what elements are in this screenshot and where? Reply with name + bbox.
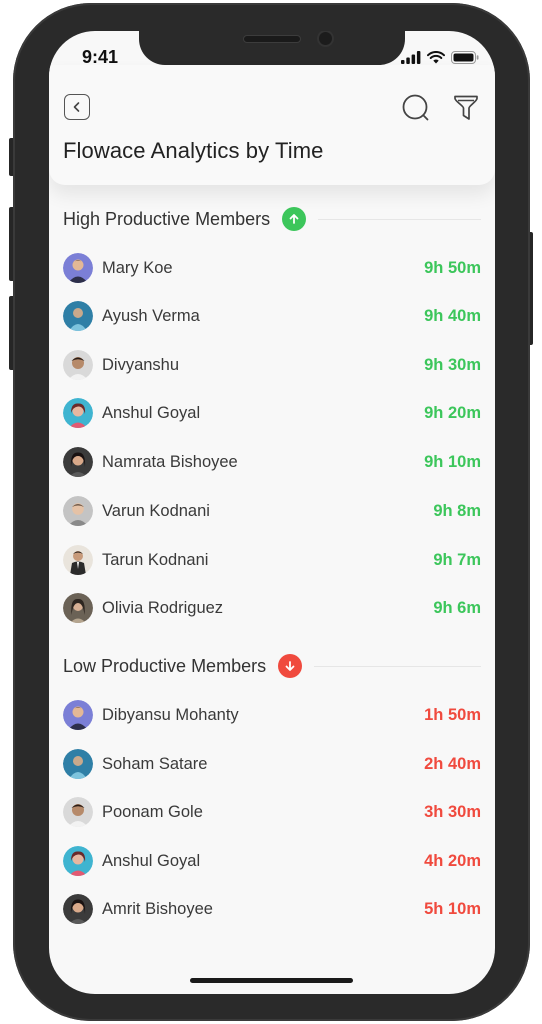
high-productive-header: High Productive Members: [63, 204, 481, 234]
member-name: Ayush Verma: [102, 306, 200, 325]
member-name: Tarun Kodnani: [102, 550, 209, 569]
avatar: [63, 301, 93, 331]
avatar: [63, 894, 93, 924]
page-title: Flowace Analytics by Time: [63, 138, 324, 163]
member-time: 5h 10m: [424, 899, 481, 918]
member-name: Amrit Bishoyee: [102, 899, 213, 918]
chevron-left-icon: [73, 102, 80, 112]
avatar: [63, 846, 93, 876]
avatar: [63, 700, 93, 730]
member-time: 9h 30m: [424, 355, 481, 374]
avatar: [63, 749, 93, 779]
arrow-down-icon: [278, 654, 303, 678]
avatar: [63, 545, 93, 575]
avatar: [63, 253, 93, 283]
battery-icon: [451, 51, 479, 64]
front-camera: [317, 31, 334, 47]
notch: [139, 31, 405, 65]
member-row[interactable]: Ayush Verma 9h 40m: [63, 300, 481, 332]
low-productive-header: Low Productive Members: [63, 651, 481, 681]
member-time: 9h 40m: [424, 306, 481, 325]
member-name: Anshul Goyal: [102, 403, 201, 422]
member-row[interactable]: Anshul Goyal 4h 20m: [63, 845, 481, 877]
member-name: Namrata Bishoyee: [102, 452, 238, 471]
member-row[interactable]: Poonam Gole 3h 30m: [63, 796, 481, 828]
member-row[interactable]: Tarun Kodnani 9h 7m: [63, 544, 481, 576]
avatar: [63, 593, 93, 623]
member-row[interactable]: Anshul Goyal 9h 20m: [63, 397, 481, 429]
speaker-grille: [243, 35, 301, 43]
member-row[interactable]: Mary Koe 9h 50m: [63, 252, 481, 284]
arrow-up-icon: [282, 207, 307, 231]
member-time: 1h 50m: [424, 705, 481, 724]
avatar: [63, 797, 93, 827]
avatar: [63, 398, 93, 428]
section-divider: [314, 665, 481, 667]
member-name: Soham Satare: [102, 754, 208, 773]
avatar: [63, 350, 93, 380]
search-icon: [402, 94, 429, 121]
member-row[interactable]: Dibyansu Mohanty 1h 50m: [63, 699, 481, 731]
section-divider: [318, 218, 481, 220]
member-row[interactable]: Namrata Bishoyee 9h 10m: [63, 446, 481, 478]
search-button[interactable]: [401, 93, 431, 123]
member-name: Divyanshu: [102, 355, 180, 374]
avatar: [63, 447, 93, 477]
app-header: Flowace Analytics by Time: [49, 65, 495, 185]
member-name: Mary Koe: [102, 258, 173, 277]
member-name: Olivia Rodriguez: [102, 598, 224, 617]
back-button[interactable]: [64, 94, 90, 120]
member-time: 4h 20m: [424, 851, 481, 870]
filter-button[interactable]: [451, 93, 481, 123]
member-time: 3h 30m: [424, 802, 481, 821]
member-name: Poonam Gole: [102, 802, 203, 821]
home-indicator[interactable]: [190, 978, 353, 983]
member-name: Varun Kodnani: [102, 501, 210, 520]
member-time: 9h 7m: [433, 550, 481, 569]
status-icons: [401, 51, 479, 64]
member-time: 9h 8m: [433, 501, 481, 520]
member-time: 9h 20m: [424, 403, 481, 422]
member-time: 2h 40m: [424, 754, 481, 773]
member-name: Anshul Goyal: [102, 851, 201, 870]
member-time: 9h 10m: [424, 452, 481, 471]
wifi-icon: [427, 51, 445, 64]
member-time: 9h 6m: [433, 598, 481, 617]
member-row[interactable]: Varun Kodnani 9h 8m: [63, 495, 481, 527]
member-row[interactable]: Olivia Rodriguez 9h 6m: [63, 592, 481, 624]
app-screen: 9:41 Flowace Analytics by Time High Prod…: [49, 31, 495, 994]
avatar: [63, 496, 93, 526]
member-row[interactable]: Soham Satare 2h 40m: [63, 748, 481, 780]
member-row[interactable]: Amrit Bishoyee 5h 10m: [63, 893, 481, 925]
section-title: Low Productive Members: [63, 655, 267, 676]
member-time: 9h 50m: [424, 258, 481, 277]
member-name: Dibyansu Mohanty: [102, 705, 239, 724]
section-title: High Productive Members: [63, 208, 271, 229]
member-row[interactable]: Divyanshu 9h 30m: [63, 349, 481, 381]
signal-icon: [401, 51, 421, 64]
filter-icon: [454, 95, 478, 120]
